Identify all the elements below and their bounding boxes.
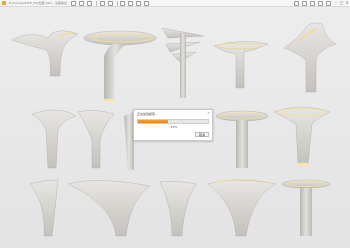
settings-icon[interactable]: [144, 0, 150, 6]
lamp-model: [83, 30, 157, 102]
toolbar-divider: [96, 0, 97, 6]
progress-fill: [138, 120, 169, 123]
toolbar-divider: [116, 0, 118, 6]
app-logo-icon: [2, 1, 6, 5]
progress-bar: [137, 119, 209, 124]
layers-icon[interactable]: [302, 0, 307, 6]
window-controls: – □ ×: [333, 0, 350, 5]
title-bar: D:/Lamps/SAFE_R3/出图.3dm - 渲染输出 – □ ×: [0, 0, 350, 7]
lamp-model: [77, 110, 115, 169]
lamp-model: [273, 106, 331, 166]
lamp-model: [161, 27, 205, 98]
right-toolbar: [294, 0, 334, 6]
grid-icon[interactable]: [294, 0, 299, 6]
image-icon[interactable]: [136, 0, 142, 6]
progress-text: 43%: [170, 125, 178, 129]
light-icon[interactable]: [310, 0, 315, 6]
dialog-close-icon[interactable]: ×: [207, 111, 210, 115]
dialog-title: 正在加载模型...: [137, 111, 158, 116]
lamp-model: [207, 178, 277, 237]
save-icon[interactable]: [87, 0, 92, 6]
lamp-model: [283, 22, 337, 93]
cancel-button[interactable]: 取消: [195, 132, 209, 137]
maximize-icon[interactable]: □: [340, 0, 344, 5]
lamp-model: [67, 180, 151, 237]
lamp-model: [29, 179, 59, 237]
open-icon[interactable]: [79, 0, 84, 6]
lamp-model: [11, 30, 79, 77]
redo-icon[interactable]: [107, 0, 113, 6]
new-file-icon[interactable]: [71, 0, 76, 6]
close-icon[interactable]: ×: [345, 0, 349, 5]
render-icon[interactable]: [120, 0, 126, 6]
loading-dialog: 正在加载模型... × 43% 取消: [133, 109, 213, 141]
minimize-icon[interactable]: –: [334, 0, 338, 5]
lamp-model: [213, 41, 269, 89]
window-icon[interactable]: [318, 0, 323, 6]
window-title: D:/Lamps/SAFE_R3/出图.3dm - 渲染输出: [9, 1, 68, 5]
lamp-model: [159, 181, 197, 237]
help-icon[interactable]: [326, 0, 331, 6]
lamp-model: [215, 110, 269, 168]
lamp-model: [281, 179, 331, 236]
main-toolbar: [71, 0, 152, 6]
lamp-model: [31, 109, 77, 169]
undo-icon[interactable]: [99, 0, 105, 6]
camera-icon[interactable]: [128, 0, 134, 6]
app-window: D:/Lamps/SAFE_R3/出图.3dm - 渲染输出 – □ × 正在加…: [0, 0, 350, 248]
